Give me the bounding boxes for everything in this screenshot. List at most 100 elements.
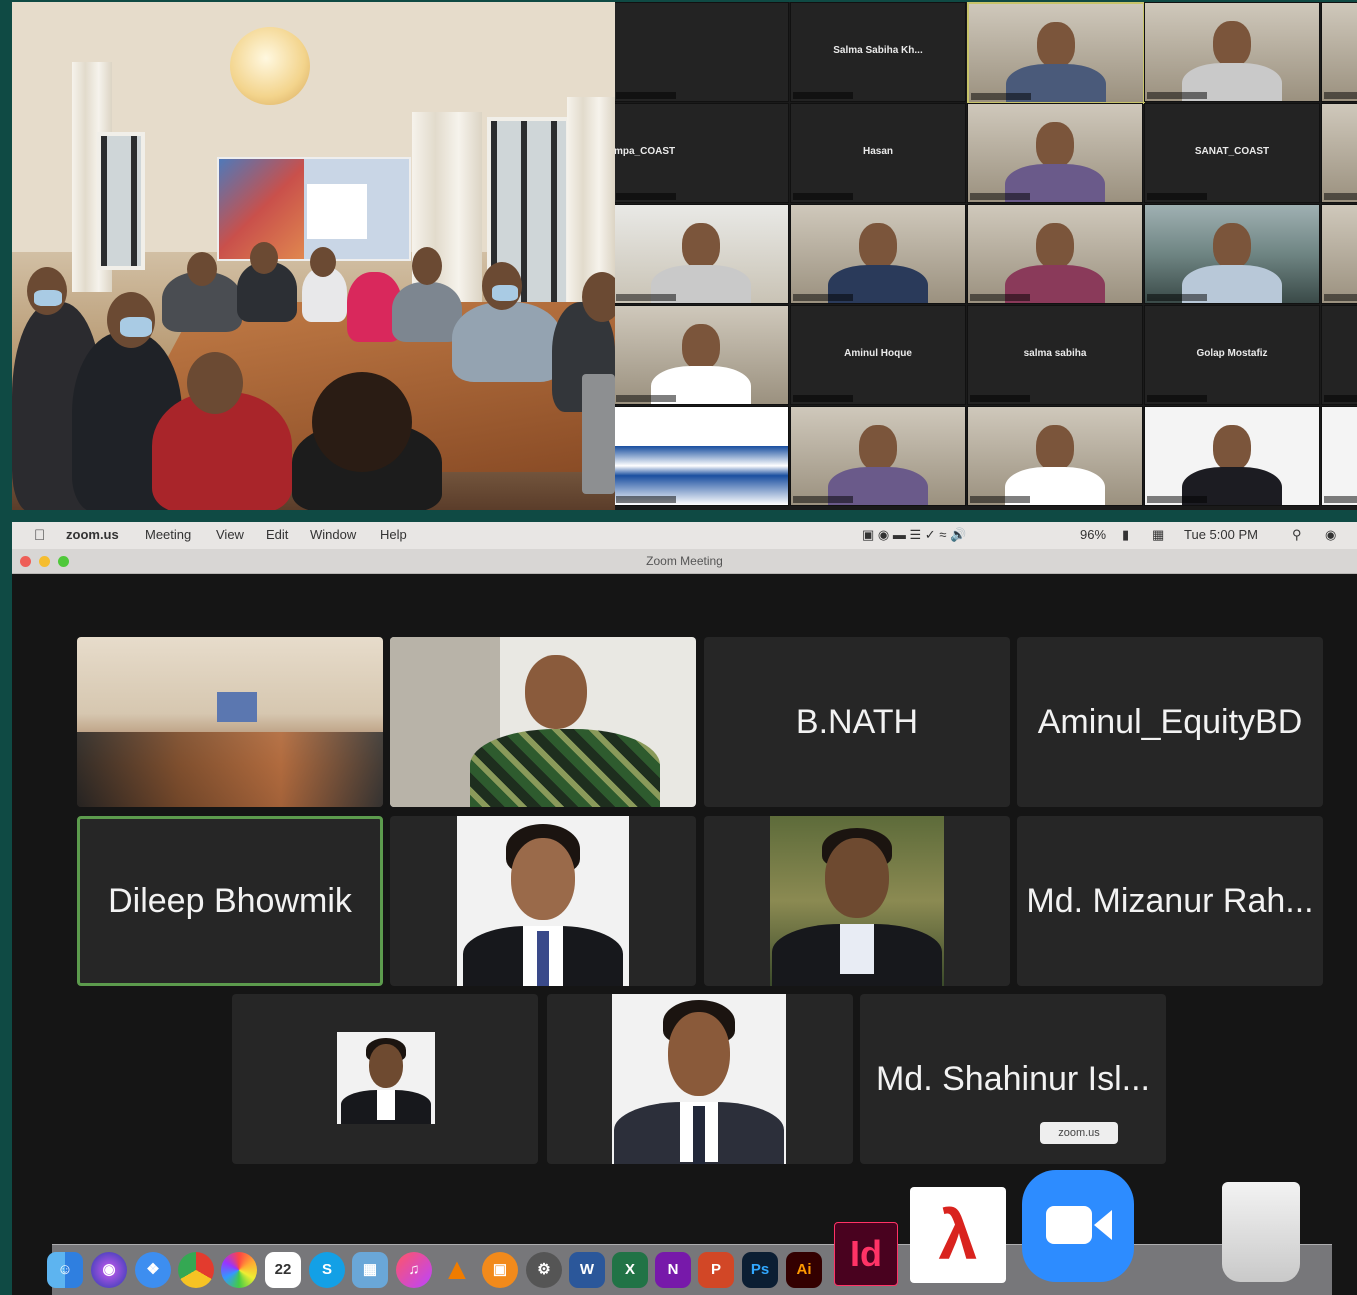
participant-video — [968, 205, 1142, 303]
preview-icon[interactable]: ▦ — [352, 1252, 388, 1288]
gallery-tile[interactable]: Hasan — [790, 103, 966, 203]
participant-face — [1036, 223, 1074, 269]
gallery-tile[interactable]: Salma Sabiha Kh... — [790, 2, 966, 102]
name-tag — [793, 395, 853, 402]
gallery-tile[interactable] — [1321, 103, 1357, 203]
gallery-tile[interactable] — [967, 103, 1143, 203]
excel-icon[interactable]: X — [612, 1252, 648, 1288]
indesign-icon[interactable]: Id — [834, 1222, 898, 1286]
name-tag — [1324, 193, 1357, 200]
trash-icon[interactable] — [1222, 1182, 1300, 1282]
gallery-tile[interactable]: Khokon, I — [1321, 305, 1357, 405]
books-icon[interactable]: ▣ — [482, 1252, 518, 1288]
siri-icon[interactable]: ◉ — [91, 1252, 127, 1288]
gallery-tile[interactable] — [615, 406, 789, 506]
gallery-tile[interactable]: Aminul Hoque — [790, 305, 966, 405]
gallery-tile[interactable] — [615, 204, 789, 304]
zoom-camera-body — [1046, 1206, 1092, 1244]
name-tag — [616, 92, 676, 99]
name-tag — [616, 193, 676, 200]
video-tile-speaker[interactable] — [390, 637, 696, 807]
gallery-tile[interactable]: salma sabiha — [967, 305, 1143, 405]
gallery-tile[interactable]: mpa_COAST — [615, 103, 789, 203]
ceiling-lamp — [230, 27, 310, 105]
video-tile-portrait[interactable] — [390, 816, 696, 986]
participant-video — [791, 205, 965, 303]
battery-icon[interactable]: ▮ — [1122, 527, 1129, 543]
photos-icon[interactable] — [221, 1252, 257, 1288]
gallery-tile[interactable] — [1144, 2, 1320, 102]
gallery-tile-name: mpa_COAST — [615, 146, 676, 157]
apple-icon[interactable]:  — [34, 527, 45, 544]
video-tile-aminul-equitybd[interactable]: Aminul_EquityBD — [1017, 637, 1323, 807]
gallery-tile[interactable] — [1321, 406, 1357, 506]
battery-percent[interactable]: 96% — [1080, 527, 1106, 542]
gallery-tile[interactable]: Golap Mostafiz — [1144, 305, 1320, 405]
menu-app-name[interactable]: zoom.us — [66, 527, 119, 542]
gallery-tile[interactable] — [790, 406, 966, 506]
video-tile-dileep-bhowmik[interactable]: Dileep Bhowmik — [77, 816, 383, 986]
participant-video — [1145, 205, 1319, 303]
name-tag — [1324, 395, 1357, 402]
clock[interactable]: Tue 5:00 PM — [1184, 527, 1258, 542]
video-tile-name: Md. Mizanur Rah... — [1026, 882, 1314, 920]
safari-icon[interactable]: ❖ — [135, 1252, 171, 1288]
participant-sweater — [470, 729, 660, 807]
participant-face — [1037, 22, 1075, 68]
gallery-tile[interactable] — [615, 305, 789, 405]
gallery-tile[interactable] — [1321, 2, 1357, 102]
name-tag — [793, 294, 853, 301]
gallery-tile[interactable] — [615, 2, 789, 102]
gallery-tile[interactable] — [790, 204, 966, 304]
video-tile-small-portrait[interactable] — [232, 994, 538, 1164]
chrome-icon[interactable] — [178, 1252, 214, 1288]
video-tile-md-mizanur[interactable]: Md. Mizanur Rah... — [1017, 816, 1323, 986]
face-mask — [34, 290, 62, 306]
name-tag — [793, 193, 853, 200]
calendar-icon[interactable]: 22 — [265, 1252, 301, 1288]
status-icons[interactable]: ▣ ◉ ▬ ☰ ✓ ≈ 🔊 — [862, 527, 966, 543]
participant-video — [1145, 3, 1319, 101]
zoom-icon[interactable] — [1022, 1170, 1134, 1282]
video-tile-md-shahinur[interactable]: Md. Shahinur Isl... — [860, 994, 1166, 1164]
disk-utility-icon[interactable]: ⚙ — [526, 1252, 562, 1288]
gallery-tile[interactable] — [1144, 406, 1320, 506]
window — [97, 132, 145, 270]
gallery-tile[interactable] — [967, 204, 1143, 304]
spotlight-search-icon[interactable]: ⚲ — [1292, 527, 1302, 543]
video-tile-room[interactable] — [77, 637, 383, 807]
word-icon[interactable]: W — [569, 1252, 605, 1288]
gallery-tile[interactable] — [1321, 204, 1357, 304]
gallery-tile[interactable] — [967, 2, 1145, 104]
siri-icon[interactable]: ◉ — [1325, 527, 1336, 543]
banner-thumb — [217, 692, 257, 722]
video-tile-b-nath[interactable]: B.NATH — [704, 637, 1010, 807]
itunes-icon[interactable]: ♫ — [396, 1252, 432, 1288]
keyboard-icon[interactable]: ▦ — [1152, 527, 1164, 543]
menu-help[interactable]: Help — [380, 527, 407, 542]
illustrator-icon[interactable]: Ai — [786, 1252, 822, 1288]
menu-view[interactable]: View — [216, 527, 244, 542]
video-tile-outdoor[interactable] — [704, 816, 1010, 986]
participants-thumb — [77, 732, 383, 807]
finder-icon[interactable]: ☺ — [47, 1252, 83, 1288]
menu-edit[interactable]: Edit — [266, 527, 288, 542]
gallery-tile[interactable] — [967, 406, 1143, 506]
gallery-tile-name: Aminul Hoque — [844, 348, 912, 359]
onenote-icon[interactable]: N — [655, 1252, 691, 1288]
acrobat-icon[interactable]: λ — [910, 1187, 1006, 1283]
powerpoint-icon[interactable]: P — [698, 1252, 734, 1288]
skype-icon[interactable]: S — [309, 1252, 345, 1288]
name-tag — [616, 395, 676, 402]
video-tile-portrait-2[interactable] — [547, 994, 853, 1164]
photoshop-icon[interactable]: Ps — [742, 1252, 778, 1288]
menu-meeting[interactable]: Meeting — [145, 527, 191, 542]
gallery-tile-name: SANAT_COAST — [1194, 146, 1270, 157]
gallery-tile[interactable] — [1144, 204, 1320, 304]
name-tag — [970, 496, 1030, 503]
menu-window[interactable]: Window — [310, 527, 356, 542]
video-tile-name: Dileep Bhowmik — [108, 882, 352, 920]
speaker-device — [582, 374, 615, 494]
vlc-icon[interactable]: ▲ — [439, 1252, 475, 1288]
gallery-tile[interactable]: SANAT_COAST — [1144, 103, 1320, 203]
